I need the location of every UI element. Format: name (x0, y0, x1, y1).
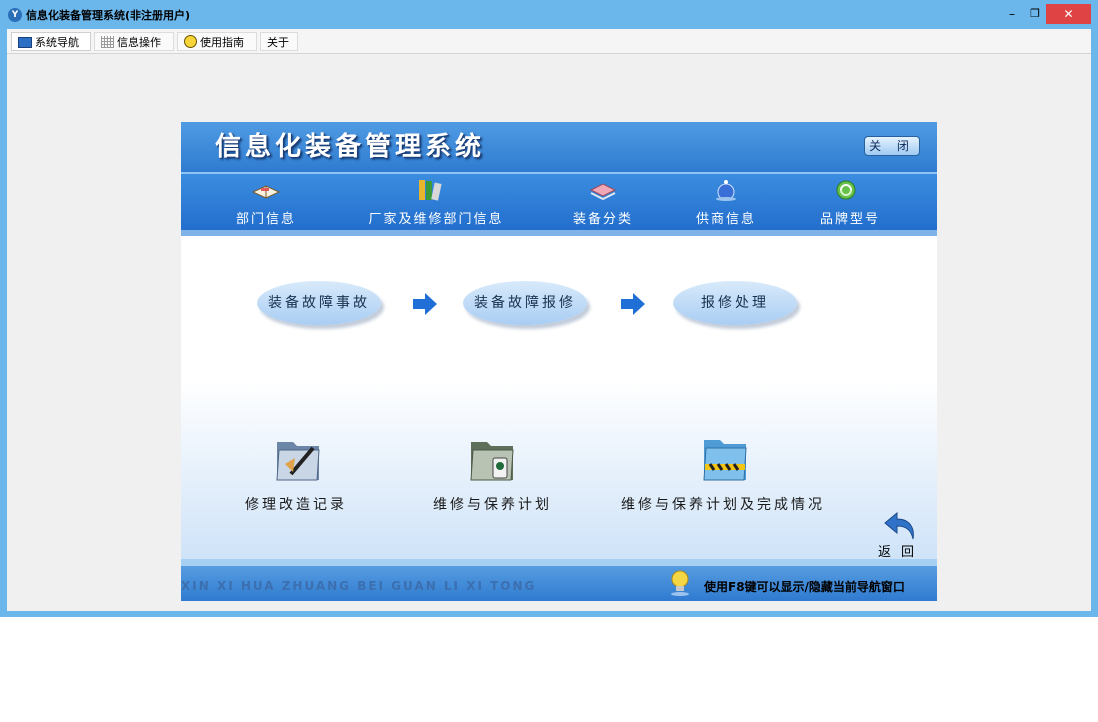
tab-label: 使用指南 (200, 36, 244, 49)
minimize-button[interactable]: – (1001, 4, 1023, 24)
flow-step-fault-report[interactable]: 装备故障报修 (463, 281, 587, 325)
arrow-right-icon (621, 293, 645, 315)
window-title: 信息化装备管理系统(非注册用户) (26, 9, 191, 22)
panel-banner: 信息化装备管理系统 关 闭 (181, 122, 937, 172)
footer-hint: 使用F8键可以显示/隐藏当前导航窗口 (704, 580, 905, 594)
books-icon (419, 180, 442, 201)
footer-divider (181, 559, 937, 566)
restore-button[interactable]: ❐ (1024, 4, 1046, 24)
folder-stack-icon (589, 183, 617, 201)
shortcut-plan-completion-label[interactable]: 维修与保养计划及完成情况 (621, 494, 825, 514)
nav-label: 供商信息 (695, 212, 756, 227)
app-window: Y 信息化装备管理系统(非注册用户) – ❐ ✕ 系统导航 信息操作 使用指南 … (0, 0, 1098, 617)
globe-icon (716, 180, 736, 201)
navigation-panel: 信息化装备管理系统 关 闭 部门信息 厂家及维修部门信息 装备分类 供商信息 品… (181, 122, 937, 601)
menu-tab-bar: 系统导航 信息操作 使用指南 关于 (7, 29, 1091, 54)
close-panel-button[interactable]: 关 闭 (864, 136, 920, 156)
folder-caution-icon[interactable] (700, 434, 750, 484)
tab-user-guide[interactable]: 使用指南 (177, 32, 257, 51)
flow-step-repair-processing[interactable]: 报修处理 (673, 281, 797, 325)
nav-item-supplier[interactable]: 供商信息 (681, 174, 771, 230)
nav-label: 部门信息 (235, 212, 296, 227)
nav-item-equipment-category[interactable]: 装备分类 (558, 174, 648, 230)
tab-label: 关于 (267, 36, 289, 49)
footer-pinyin: XIN XI HUA ZHUANG BEI GUAN LI XI TONG (181, 579, 537, 593)
nav-item-brand-model[interactable]: 品牌型号 (805, 174, 895, 230)
panel-content: 装备故障事故 装备故障报修 报修处理 修理改造记录 维修与保养计划 维修与保养计… (181, 236, 937, 560)
client-area: 系统导航 信息操作 使用指南 关于 信息化装备管理系统 关 闭 部门信息 厂家及… (7, 29, 1091, 611)
tab-info-operation[interactable]: 信息操作 (94, 32, 174, 51)
return-label: 返回 (877, 545, 924, 560)
arrow-right-icon (413, 293, 437, 315)
book-icon (251, 185, 281, 199)
system-title: 信息化装备管理系统 (215, 132, 486, 162)
tab-label: 信息操作 (117, 36, 161, 49)
folder-pen-icon[interactable] (273, 434, 323, 484)
nav-label: 厂家及维修部门信息 (368, 212, 504, 227)
app-icon: Y (8, 8, 22, 22)
nav-item-manufacturer[interactable]: 厂家及维修部门信息 (353, 174, 519, 230)
module-nav-bar: 部门信息 厂家及维修部门信息 装备分类 供商信息 品牌型号 (181, 172, 937, 230)
tab-about[interactable]: 关于 (260, 32, 298, 51)
return-arrow-icon (884, 511, 914, 540)
shortcut-maintenance-plan-label[interactable]: 维修与保养计划 (433, 494, 552, 514)
monitor-icon (18, 37, 32, 48)
nav-label: 品牌型号 (819, 212, 880, 227)
lightbulb-icon (184, 35, 197, 48)
tab-label: 系统导航 (35, 36, 79, 49)
grid-icon (101, 36, 114, 48)
nav-label: 装备分类 (572, 212, 633, 227)
close-window-button[interactable]: ✕ (1046, 4, 1091, 24)
folder-cup-icon[interactable] (467, 434, 517, 484)
title-bar[interactable]: Y 信息化装备管理系统(非注册用户) – ❐ ✕ (0, 0, 1098, 29)
nav-item-department[interactable]: 部门信息 (221, 174, 311, 230)
flow-step-fault-accident[interactable]: 装备故障事故 (257, 281, 381, 325)
lightbulb-icon (671, 570, 689, 596)
return-button[interactable]: 返回 (877, 511, 925, 560)
recycle-icon (836, 180, 856, 200)
shortcut-repair-record-label[interactable]: 修理改造记录 (245, 494, 347, 514)
tab-system-navigation[interactable]: 系统导航 (11, 32, 91, 51)
panel-footer: XIN XI HUA ZHUANG BEI GUAN LI XI TONG 使用… (181, 559, 937, 601)
